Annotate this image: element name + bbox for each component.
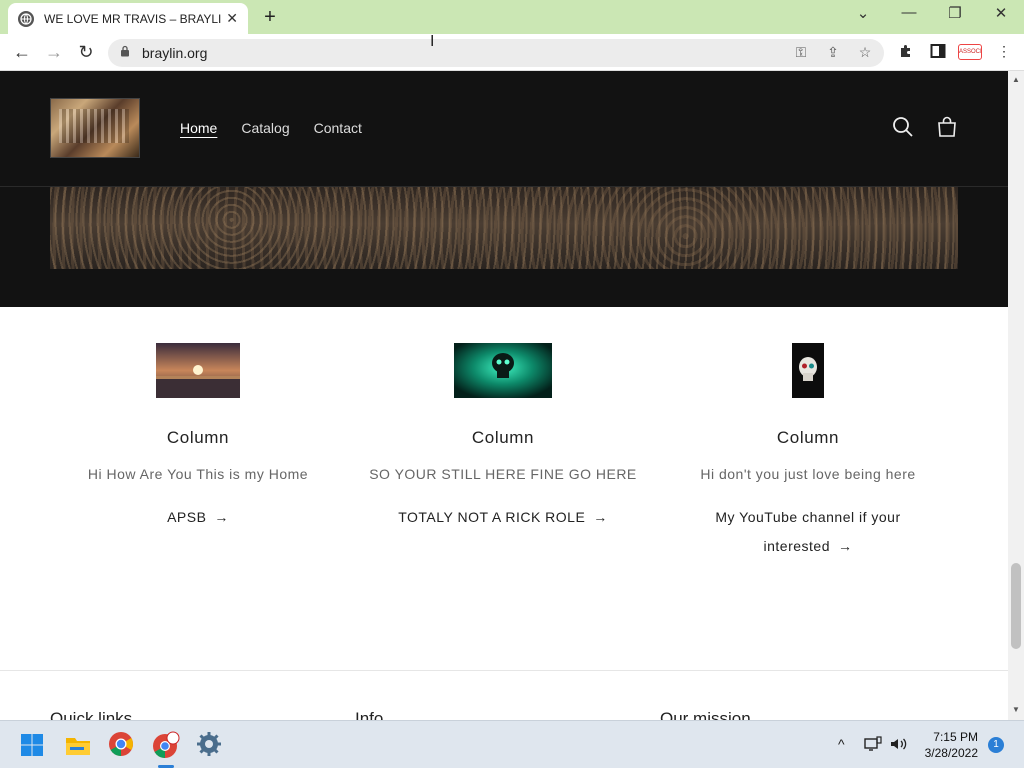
text-cursor-icon: I — [430, 33, 435, 50]
browser-tabstrip: WE LOVE MR TRAVIS – BRAYLIN.ORG ✕ + ⌄ — … — [0, 0, 1024, 34]
column-text: Hi How Are You This is my Home — [87, 466, 309, 482]
search-icon[interactable] — [891, 115, 915, 139]
column-link-label[interactable]: TOTALY NOT A RICK ROLE — [398, 509, 585, 525]
tab-search-chevron-icon[interactable]: ⌄ — [848, 4, 878, 22]
main-nav: Home Catalog Contact — [180, 120, 362, 136]
page-scrollbar[interactable]: ▲ ▼ — [1008, 71, 1024, 720]
banner-image — [50, 187, 958, 269]
column-title: Column — [776, 428, 840, 447]
nav-item-home[interactable]: Home — [180, 120, 217, 136]
footer-heading-info: Info — [355, 709, 384, 720]
footer-heading-our-mission: Our mission — [660, 709, 751, 720]
browser-tab[interactable]: WE LOVE MR TRAVIS – BRAYLIN.ORG ✕ — [8, 3, 248, 34]
chevron-up-icon[interactable]: ^ — [838, 736, 845, 752]
column-text: SO YOUR STILL HERE FINE GO HERE — [369, 466, 637, 482]
arrow-right-icon: → — [593, 509, 608, 525]
address-bar[interactable]: braylin.org ⚿ ⇪ ☆ — [108, 39, 884, 67]
scroll-down-arrow-icon[interactable]: ▼ — [1012, 705, 1020, 714]
scrollbar-thumb[interactable] — [1011, 563, 1021, 649]
column-3: Column Hi don't you just love being here… — [668, 343, 948, 561]
column-link-label[interactable]: My YouTube channel if your — [668, 503, 948, 532]
clock-date: 3/28/2022 — [924, 746, 978, 760]
multicolumn-section: Column Hi How Are You This is my Home AP… — [0, 307, 1008, 671]
column-link[interactable]: APSB → — [58, 503, 338, 532]
green-skull-image — [454, 343, 552, 398]
network-icon[interactable] — [864, 736, 882, 755]
new-tab-button[interactable]: + — [258, 6, 282, 29]
minimize-icon[interactable]: — — [894, 4, 924, 21]
column-link-label-line2[interactable]: interested — [764, 538, 830, 554]
column-2: Column SO YOUR STILL HERE FINE GO HERE T… — [363, 343, 643, 532]
back-arrow-icon[interactable]: ← — [10, 40, 34, 64]
column-text: Hi don't you just love being here — [700, 466, 916, 482]
skull-image — [792, 343, 824, 398]
scroll-up-arrow-icon[interactable]: ▲ — [1012, 75, 1020, 84]
restore-icon[interactable]: ❐ — [940, 4, 970, 22]
taskbar-clock[interactable]: 7:15 PM 3/28/2022 — [918, 729, 978, 761]
url-text[interactable]: braylin.org — [142, 45, 207, 61]
browser-toolbar: ← → ↻ braylin.org ⚿ ⇪ ☆ ASSOCIA ⋮ — [0, 34, 1024, 71]
bookmark-star-icon[interactable]: ☆ — [856, 44, 874, 61]
site-logo[interactable] — [50, 98, 140, 158]
banner-section — [0, 187, 1008, 307]
column-link[interactable]: My YouTube channel if your interested → — [668, 503, 948, 561]
lock-icon — [120, 45, 130, 60]
kebab-menu-icon[interactable]: ⋮ — [994, 43, 1014, 60]
extensions-puzzle-icon[interactable] — [896, 43, 916, 62]
footer-divider — [0, 670, 1008, 671]
column-1: Column Hi How Are You This is my Home AP… — [58, 343, 338, 532]
reload-icon[interactable]: ↻ — [74, 40, 98, 64]
site-header: Home Catalog Contact — [0, 71, 1008, 187]
settings-gear-icon[interactable] — [196, 731, 224, 759]
side-panel-icon[interactable] — [928, 43, 948, 62]
nav-item-contact[interactable]: Contact — [314, 120, 362, 136]
windows-start-icon[interactable] — [20, 733, 48, 761]
tab-close-icon[interactable]: ✕ — [226, 10, 238, 27]
key-icon[interactable]: ⚿ — [792, 44, 810, 61]
tab-title: WE LOVE MR TRAVIS – BRAYLIN.ORG — [44, 11, 222, 26]
volume-icon[interactable] — [890, 736, 908, 755]
nav-item-catalog[interactable]: Catalog — [241, 120, 289, 136]
column-link[interactable]: TOTALY NOT A RICK ROLE → — [363, 503, 643, 532]
webpage-viewport: Home Catalog Contact Column Hi How Are Y… — [0, 71, 1008, 720]
column-link-label[interactable]: APSB — [167, 509, 206, 525]
windows-taskbar: ^ 7:15 PM 3/28/2022 1 — [0, 720, 1024, 768]
arrow-right-icon: → — [837, 538, 853, 554]
forward-arrow-icon[interactable]: → — [42, 40, 66, 64]
arrow-right-icon: → — [214, 509, 229, 525]
file-explorer-icon[interactable] — [64, 731, 92, 759]
clock-time: 7:15 PM — [933, 730, 978, 744]
footer-heading-quick-links: Quick links — [50, 709, 133, 720]
cart-icon[interactable] — [935, 115, 959, 139]
chrome-icon[interactable] — [108, 731, 136, 759]
profile-avatar[interactable]: ASSOCIA — [958, 44, 982, 60]
sunset-image — [156, 343, 240, 398]
globe-icon — [18, 10, 34, 27]
notification-badge[interactable]: 1 — [988, 737, 1004, 753]
chrome-profile-icon[interactable] — [152, 731, 180, 759]
close-window-icon[interactable]: ✕ — [986, 4, 1016, 22]
column-title: Column — [166, 428, 230, 447]
column-title: Column — [471, 428, 535, 447]
share-icon[interactable]: ⇪ — [824, 44, 842, 61]
